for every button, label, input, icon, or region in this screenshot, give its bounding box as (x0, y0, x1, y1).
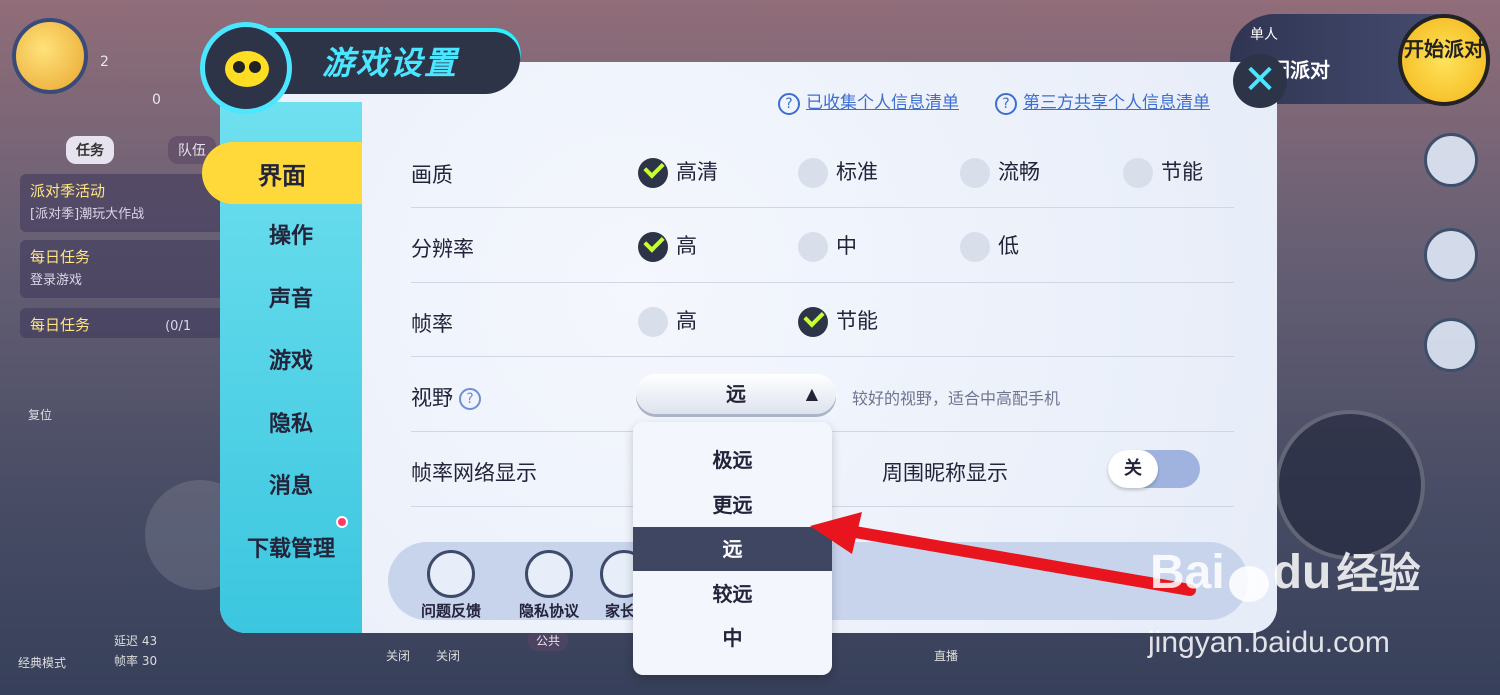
headset-icon (427, 550, 475, 598)
quality-standard-option[interactable]: 标准 (798, 156, 878, 188)
resolution-low-option[interactable]: 低 (960, 230, 1019, 262)
emote-icon[interactable] (1424, 318, 1478, 372)
view-dropdown[interactable]: 远 ▲ (636, 374, 836, 414)
menu-item-farthest[interactable]: 极远 (633, 438, 832, 482)
daily-task-card[interactable]: 每日任务 登录游戏 (20, 240, 225, 298)
coin-count: 0 (152, 92, 161, 108)
jump-button[interactable] (1275, 410, 1425, 560)
start-party-button[interactable]: 开始派对 (1398, 14, 1490, 106)
nickname-toggle[interactable]: 关 (1108, 450, 1200, 488)
help-icon: ? (995, 93, 1017, 115)
menu-item-mid[interactable]: 中 (633, 616, 832, 660)
dice-icon[interactable] (1424, 133, 1478, 187)
classic-mode-label[interactable]: 经典模式 (18, 654, 66, 671)
nav-privacy[interactable]: 隐私 (220, 406, 362, 438)
resolution-high-option[interactable]: 高 (638, 230, 697, 262)
nav-interface[interactable]: 界面 (202, 142, 362, 204)
bottom-close-2[interactable]: 关闭 (436, 647, 460, 664)
game-logo-icon (200, 22, 292, 114)
quality-smooth-option[interactable]: 流畅 (960, 156, 1040, 188)
toggle-knob: 关 (1108, 450, 1158, 488)
shop-icon[interactable] (1424, 228, 1478, 282)
baidu-watermark: Bai du 经验 (1150, 540, 1420, 602)
daily2-title: 每日任务 (30, 316, 91, 334)
reset-label[interactable]: 复位 (28, 406, 52, 423)
paw-icon (1228, 565, 1269, 602)
live-label[interactable]: 直播 (934, 647, 958, 664)
privacy-agreement-button[interactable]: 隐私协议 (509, 550, 589, 621)
daily-title: 每日任务 (30, 248, 91, 266)
divider (411, 356, 1234, 357)
mode-small-label: 单人 (1250, 27, 1278, 43)
red-arrow-annotation (810, 512, 1196, 596)
event-subtitle: [派对季]潮玩大作战 (30, 207, 145, 222)
public-chat-tag[interactable]: 公共 (528, 630, 569, 651)
nav-messages[interactable]: 消息 (220, 468, 362, 500)
daily-subtitle: 登录游戏 (30, 273, 83, 288)
collected-info-link[interactable]: ? 已收集个人信息清单 (778, 88, 959, 115)
view-hint: 较好的视野，适合中高配手机 (852, 389, 1061, 408)
fps-powersave-option[interactable]: 节能 (798, 305, 878, 337)
latency-label: 延迟 43 (114, 634, 158, 648)
third-party-info-link[interactable]: ? 第三方共享个人信息清单 (995, 88, 1210, 115)
help-icon: ? (778, 93, 800, 115)
settings-title: 游戏设置 (322, 44, 459, 82)
feedback-button[interactable]: 问题反馈 (411, 550, 491, 621)
view-label: 视野? (411, 382, 481, 412)
document-icon (525, 550, 573, 598)
nav-sound[interactable]: 声音 (220, 281, 362, 313)
watermark-url: jingyan.baidu.com (1148, 626, 1390, 659)
framerate-label: 帧率 30 (114, 654, 158, 668)
quality-hd-option[interactable]: 高清 (638, 156, 718, 188)
divider (411, 207, 1234, 208)
resolution-label: 分辨率 (411, 237, 474, 261)
chevron-up-icon: ▲ (805, 384, 818, 403)
bottom-close-1[interactable]: 关闭 (386, 647, 410, 664)
tab-tasks[interactable]: 任务 (66, 136, 114, 164)
quality-label: 画质 (411, 163, 453, 187)
help-icon[interactable]: ? (459, 388, 481, 410)
player-level: 2 (100, 54, 109, 70)
event-title: 派对季活动 (30, 182, 106, 200)
close-icon[interactable]: ✕ (1233, 54, 1287, 108)
fps-high-option[interactable]: 高 (638, 305, 697, 337)
nav-downloads[interactable]: 下载管理 (220, 531, 362, 563)
nav-controls[interactable]: 操作 (220, 218, 362, 250)
fps-label: 帧率 (411, 312, 453, 336)
player-avatar[interactable] (12, 18, 88, 94)
nickname-display-label: 周围昵称显示 (882, 461, 1008, 485)
notification-dot (336, 516, 348, 528)
event-card[interactable]: 派对季活动 [派对季]潮玩大作战 (20, 174, 225, 232)
settings-title-badge: 游戏设置 (200, 22, 530, 114)
daily-task-card-2[interactable]: 每日任务 (0/1 (20, 308, 225, 338)
divider (411, 282, 1234, 283)
net-display-label: 帧率网络显示 (411, 461, 537, 485)
resolution-mid-option[interactable]: 中 (798, 230, 857, 262)
daily2-progress: (0/1 (165, 319, 192, 334)
nav-game[interactable]: 游戏 (220, 343, 362, 375)
quality-powersave-option[interactable]: 节能 (1123, 156, 1203, 188)
